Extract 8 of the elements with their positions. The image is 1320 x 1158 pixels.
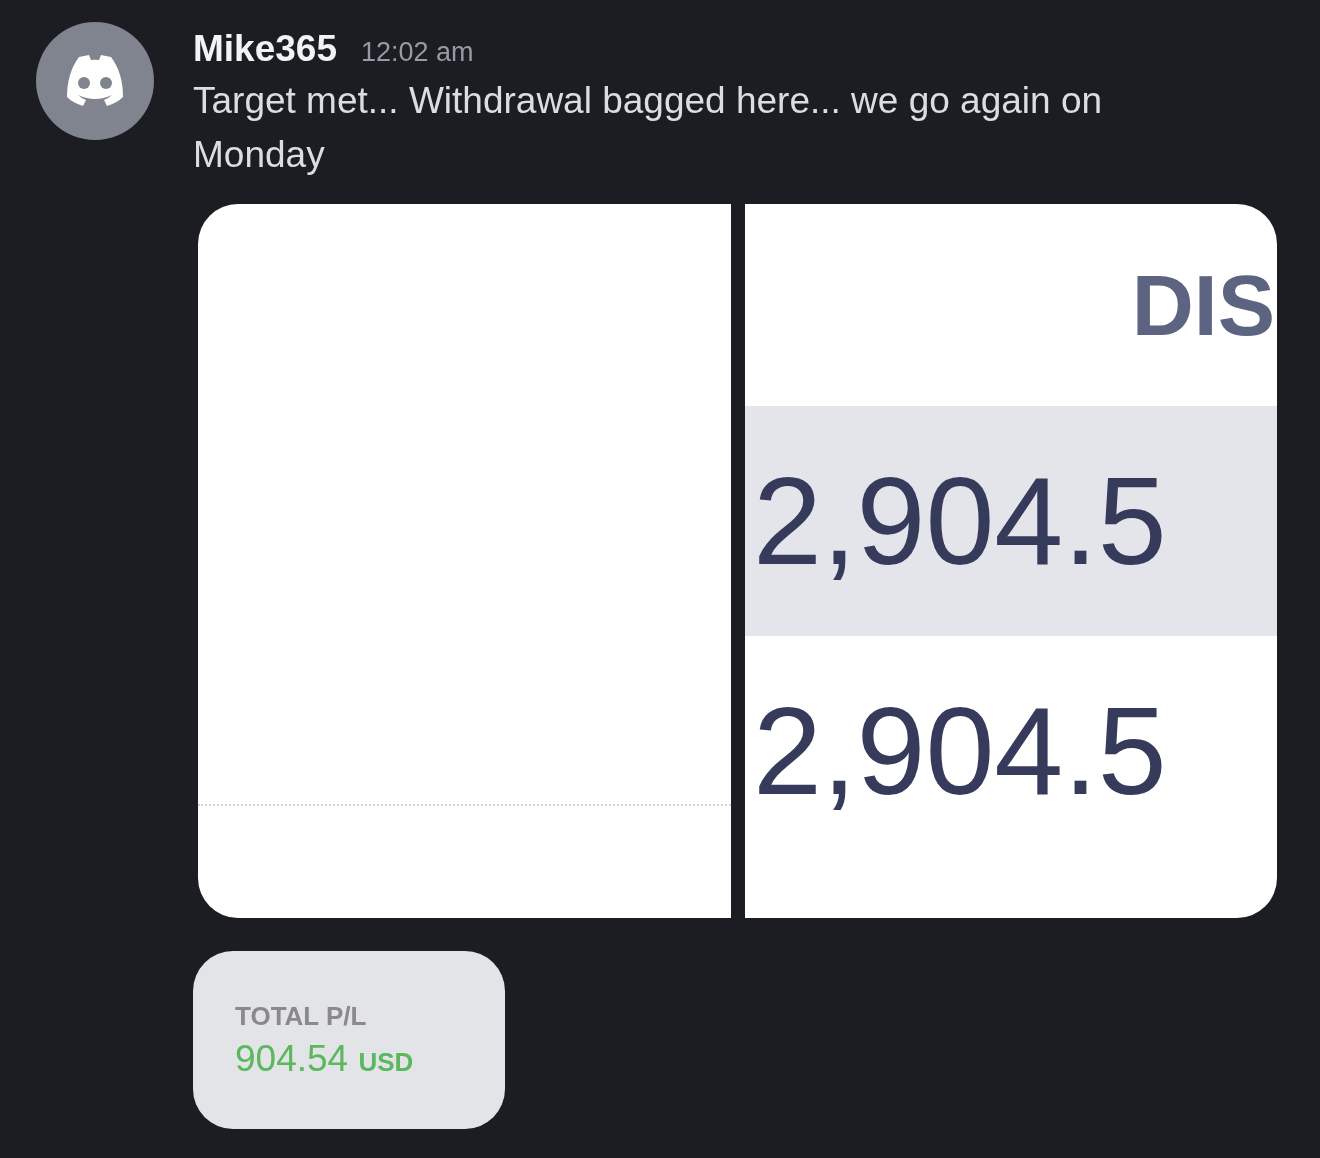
screenshot-attachment[interactable]: DIS 2,904.5 2,904.5 bbox=[745, 204, 1277, 918]
total-label: TOTAL P/L bbox=[235, 1000, 368, 1032]
column-header: DIS bbox=[1131, 255, 1275, 355]
timestamp: 12:02 am bbox=[361, 37, 474, 68]
total-amount: 904.54 USD bbox=[235, 1037, 415, 1080]
username[interactable]: Mike365 bbox=[193, 28, 337, 70]
table-cell: 2,904.5 bbox=[745, 406, 1277, 636]
message-text: Target met... Withdrawal bagged here... we go again on Monday bbox=[193, 79, 1104, 177]
